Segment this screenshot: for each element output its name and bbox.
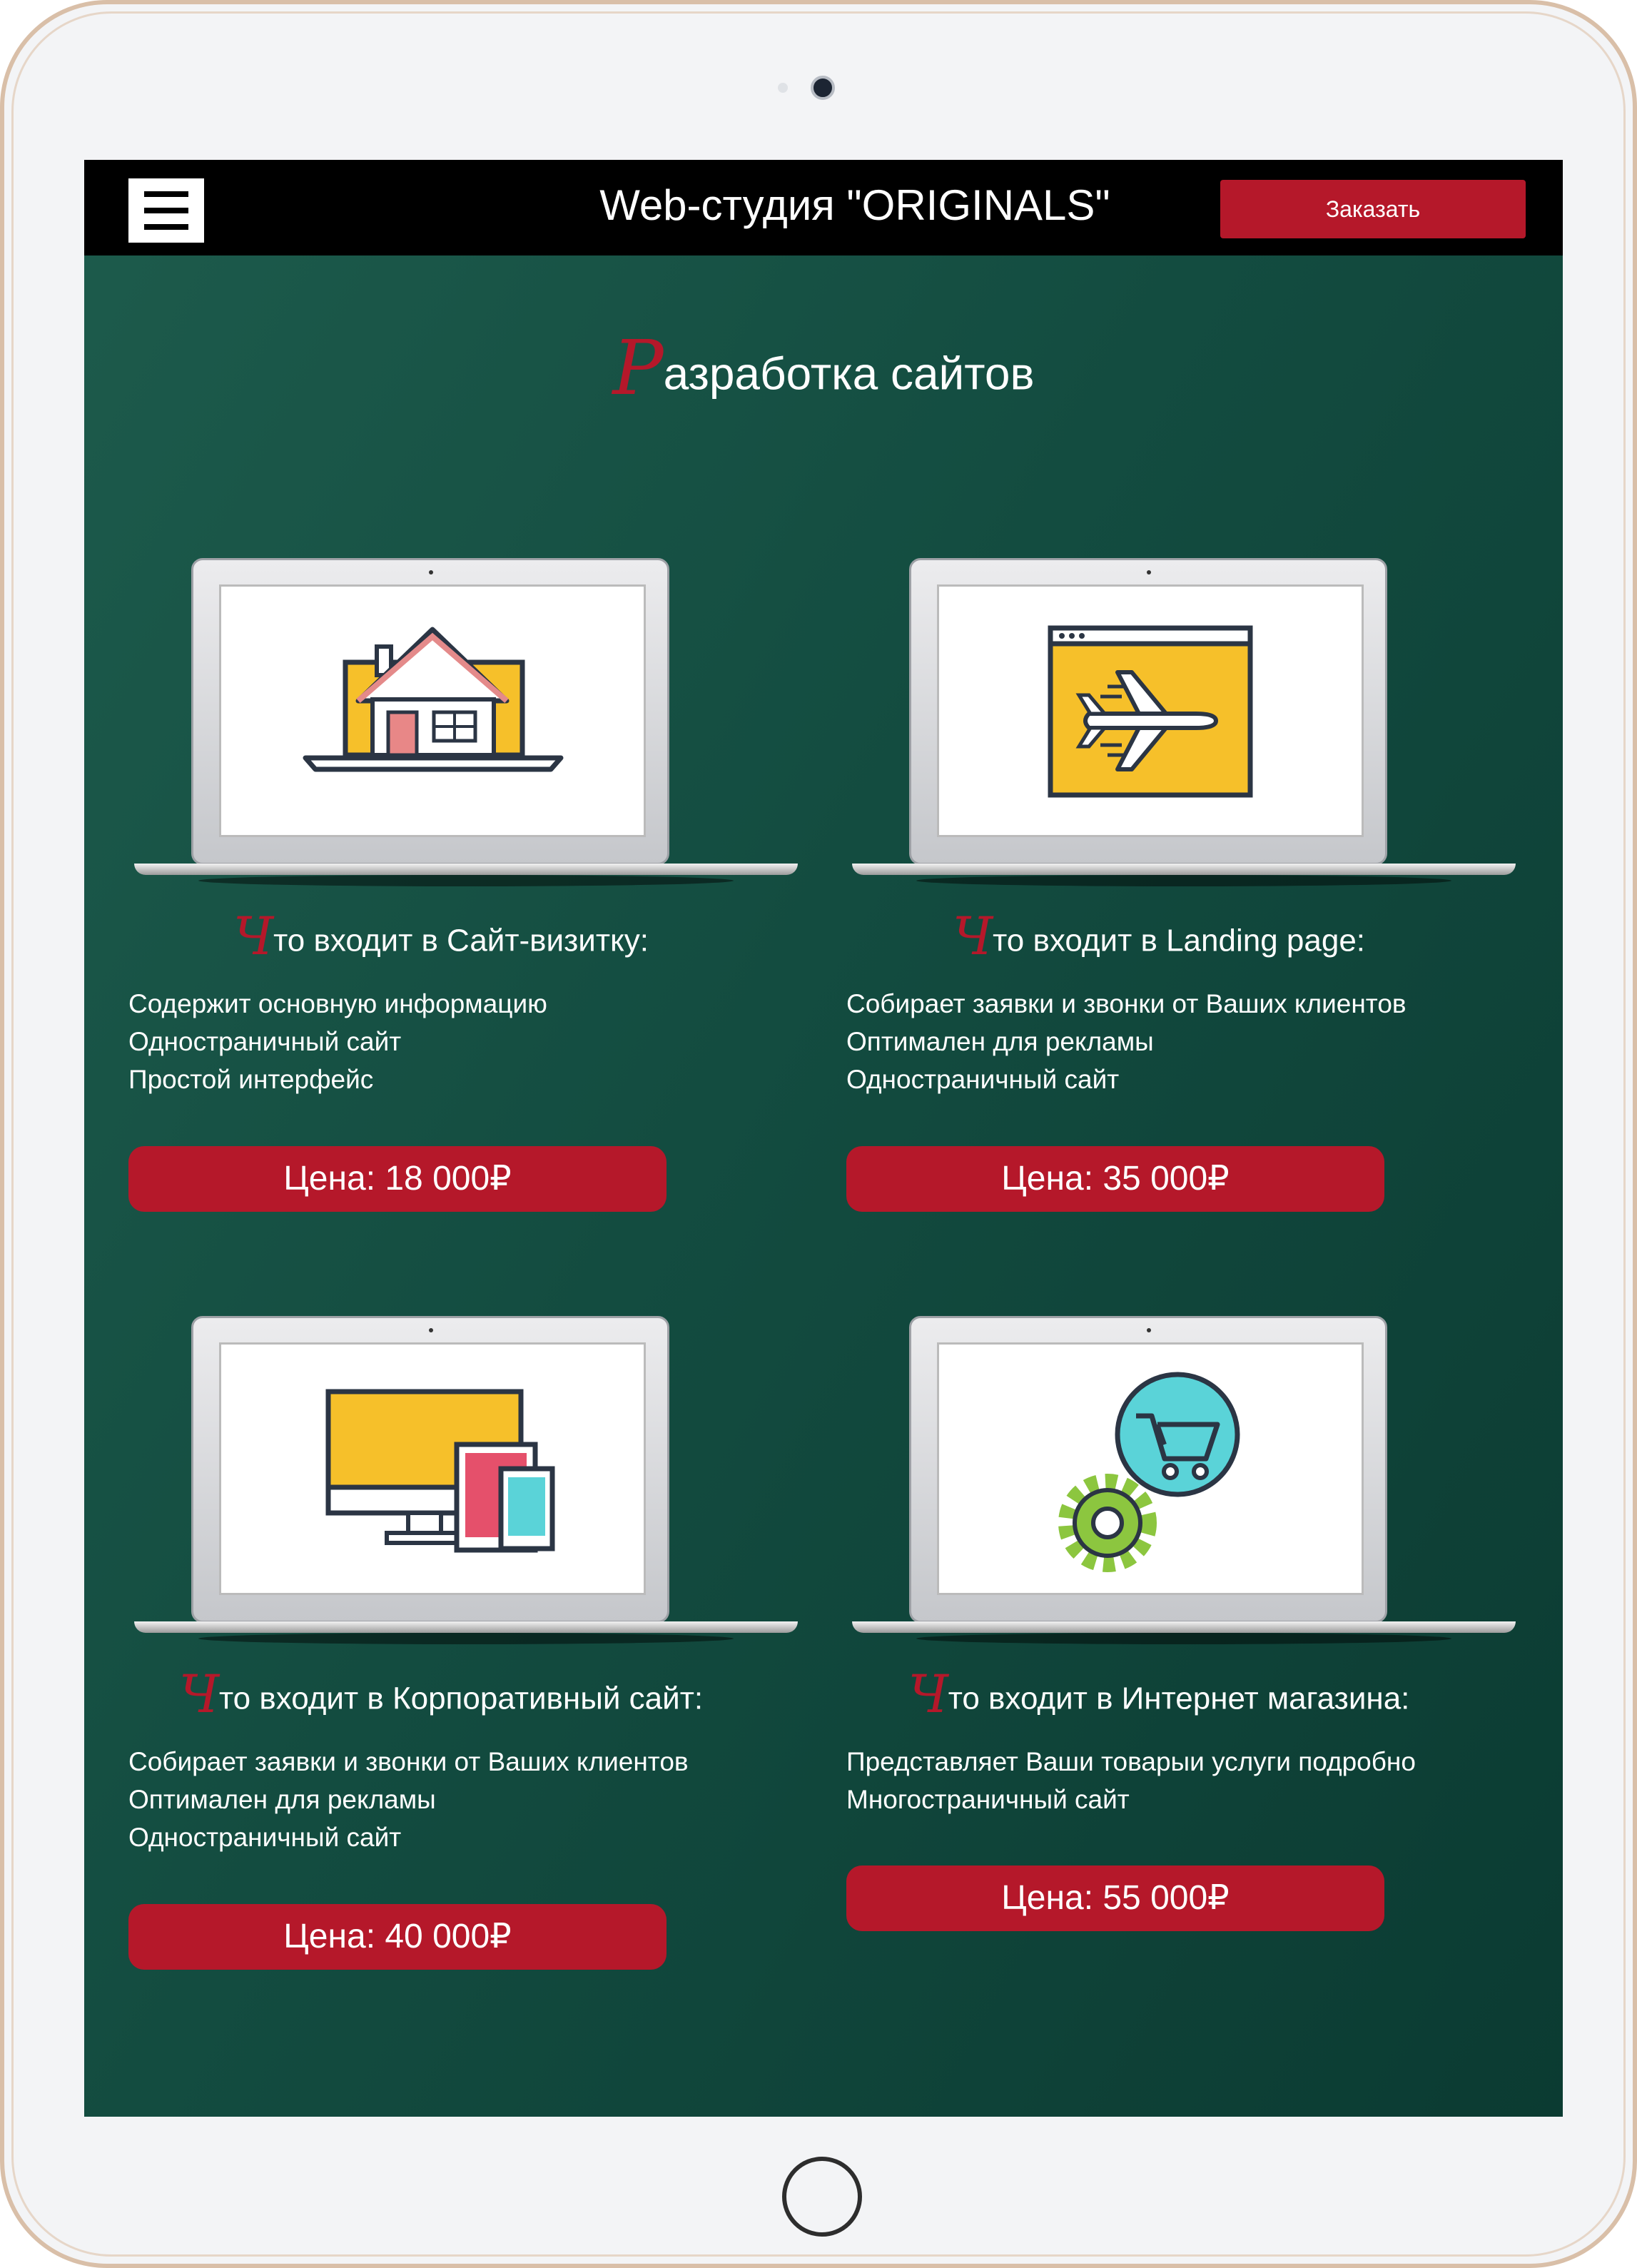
feature-list: Представляет Ваши товарыи услуги подробн… bbox=[846, 1743, 1416, 1818]
multi-device-icon bbox=[325, 1389, 555, 1553]
price-button[interactable]: Цена: 18 000₽ bbox=[128, 1146, 667, 1212]
card-title-text: то входит в Интернет магазина: bbox=[948, 1681, 1410, 1716]
screen: Web-студия "ORIGINALS" Заказать Разработ… bbox=[84, 160, 1563, 2117]
feature-item: Одностраничный сайт bbox=[128, 1027, 402, 1056]
laptop-illustration bbox=[852, 558, 1516, 886]
service-card-online-store: Что входит в Интернет магазина: Представ… bbox=[802, 1316, 1516, 2030]
feature-list: Содержит основную информацию Одностранич… bbox=[128, 985, 547, 1098]
tablet-frame: Web-студия "ORIGINALS" Заказать Разработ… bbox=[0, 0, 1637, 2268]
feature-item: Оптимален для рекламы bbox=[846, 1027, 1154, 1056]
front-camera bbox=[811, 76, 835, 100]
feature-item: Многостраничный сайт bbox=[846, 1785, 1130, 1814]
feature-item: Одностраничный сайт bbox=[846, 1065, 1120, 1094]
feature-list: Собирает заявки и звонки от Ваших клиент… bbox=[846, 985, 1407, 1098]
card-title: Что входит в Сайт-визитку: bbox=[84, 905, 798, 969]
laptop-illustration bbox=[134, 1316, 798, 1644]
page-title: Разработка сайтов bbox=[84, 318, 1563, 418]
feature-item: Содержит основную информацию bbox=[128, 989, 547, 1018]
card-title-initial: Ч bbox=[952, 907, 993, 967]
hamburger-menu-icon[interactable] bbox=[128, 178, 204, 243]
card-title-initial: Ч bbox=[233, 907, 274, 967]
feature-item: Простой интерфейс bbox=[128, 1065, 374, 1094]
service-card-corporate-site: Что входит в Корпоративный сайт: Собирае… bbox=[84, 1316, 798, 2030]
service-card-landing-page: Что входит в Landing page: Собирает заяв… bbox=[802, 558, 1516, 1272]
airplane-window-icon bbox=[1048, 625, 1253, 798]
home-button[interactable] bbox=[782, 2157, 862, 2237]
feature-item: Собирает заявки и звонки от Ваших клиент… bbox=[128, 1747, 689, 1776]
feature-item: Одностраничный сайт bbox=[128, 1823, 402, 1852]
site-title: Web-студия "ORIGINALS" bbox=[599, 181, 1110, 229]
card-title-initial: Ч bbox=[908, 1665, 948, 1725]
laptop-illustration bbox=[852, 1316, 1516, 1644]
feature-item: Представляет Ваши товарыи услуги подробн… bbox=[846, 1747, 1416, 1776]
feature-list: Собирает заявки и звонки от Ваших клиент… bbox=[128, 1743, 689, 1856]
card-title: Что входит в Корпоративный сайт: bbox=[84, 1663, 798, 1727]
order-button[interactable]: Заказать bbox=[1220, 180, 1526, 238]
price-button[interactable]: Цена: 40 000₽ bbox=[128, 1904, 667, 1970]
card-title-text: то входит в Корпоративный сайт: bbox=[219, 1681, 704, 1716]
card-title: Что входит в Landing page: bbox=[802, 905, 1516, 969]
price-button[interactable]: Цена: 55 000₽ bbox=[846, 1865, 1384, 1931]
laptop-illustration bbox=[134, 558, 798, 886]
service-card-business-card: Что входит в Сайт-визитку: Содержит осно… bbox=[84, 558, 798, 1272]
feature-item: Оптимален для рекламы bbox=[128, 1785, 436, 1814]
house-laptop-icon bbox=[303, 627, 564, 772]
card-title-initial: Ч bbox=[178, 1665, 220, 1725]
card-title: Что входит в Интернет магазина: bbox=[802, 1663, 1516, 1727]
shopping-cart-gear-icon bbox=[1058, 1372, 1240, 1572]
feature-item: Собирает заявки и звонки от Ваших клиент… bbox=[846, 989, 1407, 1018]
card-title-text: то входит в Сайт-визитку: bbox=[273, 923, 649, 958]
front-sensor bbox=[778, 83, 788, 93]
card-title-text: то входит в Landing page: bbox=[993, 923, 1366, 958]
price-button[interactable]: Цена: 35 000₽ bbox=[846, 1146, 1384, 1212]
page-title-rest: азработка сайтов bbox=[663, 348, 1035, 400]
page-title-initial: Р bbox=[612, 324, 664, 412]
top-navbar: Web-студия "ORIGINALS" Заказать bbox=[84, 160, 1563, 255]
